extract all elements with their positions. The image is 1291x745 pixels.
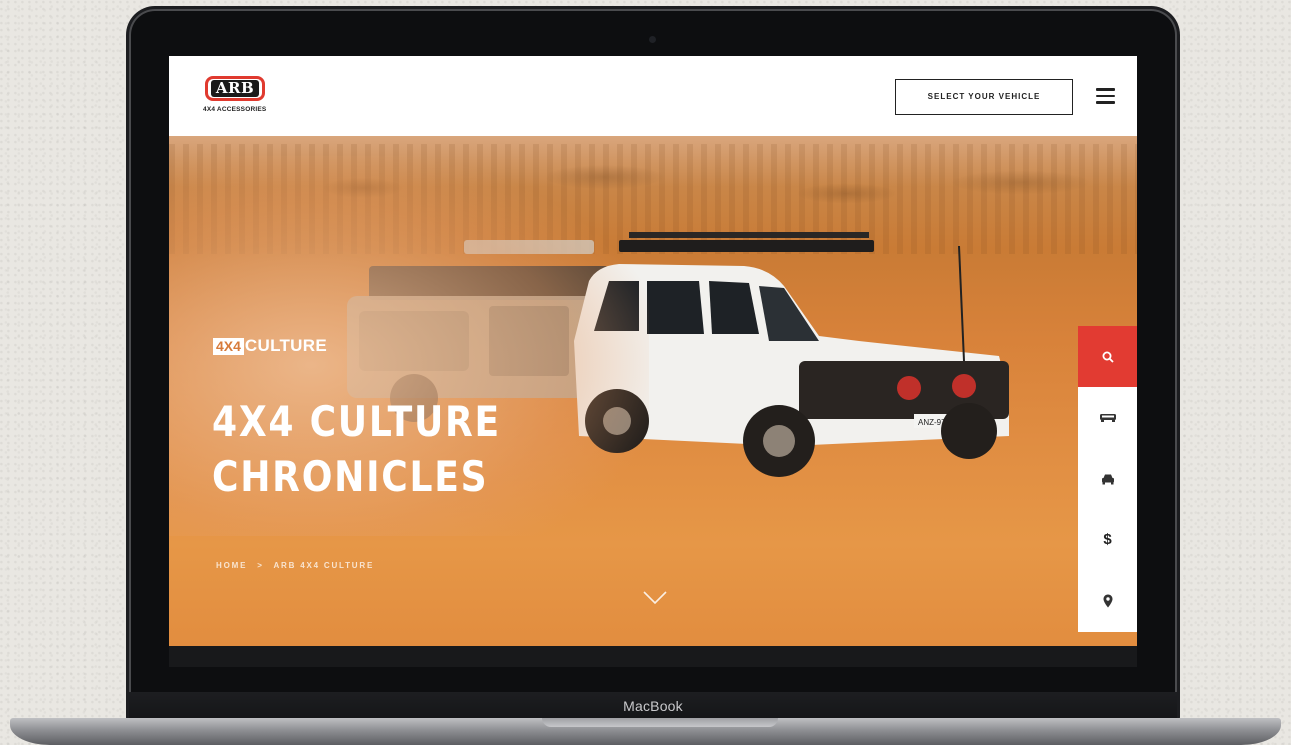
camera <box>649 36 656 43</box>
eyebrow-text: CULTURE <box>244 336 327 355</box>
hamburger-menu-icon[interactable] <box>1096 88 1115 104</box>
laptop-base-notch <box>542 718 778 727</box>
side-toolbar: $ <box>1078 326 1137 632</box>
breadcrumb-current: ARB 4X4 CULTURE <box>273 561 375 570</box>
menu-line <box>1096 94 1115 97</box>
breadcrumb: HOME > ARB 4X4 CULTURE <box>216 561 380 570</box>
select-vehicle-button[interactable]: SELECT YOUR VEHICLE <box>895 79 1073 115</box>
location-pin-icon <box>1103 594 1112 607</box>
breadcrumb-home[interactable]: HOME <box>216 561 247 570</box>
laptop-lid: ARB 4X4 ACCESSORIES SELECT YOUR VEHICLE <box>129 9 1177 721</box>
page-lower-band <box>169 646 1137 667</box>
hero-title: 4X4 CULTURE CHRONICLES <box>212 394 573 504</box>
site-header: ARB 4X4 ACCESSORIES SELECT YOUR VEHICLE <box>169 56 1137 136</box>
eyebrow-box: 4X4 <box>213 337 244 355</box>
pricing-tool-button[interactable]: $ <box>1078 509 1137 570</box>
menu-line <box>1096 88 1115 91</box>
store-locator-button[interactable] <box>1078 570 1137 631</box>
menu-line <box>1096 101 1115 104</box>
car-icon <box>1101 474 1114 484</box>
dollar-icon: $ <box>1103 531 1112 548</box>
vehicle-tool-button[interactable] <box>1078 448 1137 509</box>
accessory-tool-button[interactable] <box>1078 387 1137 448</box>
logo-subtitle: 4X4 ACCESSORIES <box>203 106 267 113</box>
logo-badge: ARB <box>205 76 265 101</box>
hero-title-line2: CHRONICLES <box>212 452 489 501</box>
scroll-down-chevron-icon[interactable] <box>643 591 667 605</box>
culture-eyebrow: 4X4 CULTURE <box>213 336 327 356</box>
laptop-chin: MacBook <box>129 692 1177 721</box>
vehicle-accessory-icon <box>1099 413 1116 422</box>
search-tool-button[interactable] <box>1078 326 1137 387</box>
arb-logo[interactable]: ARB 4X4 ACCESSORIES <box>203 76 273 118</box>
hero-title-line1: 4X4 CULTURE <box>212 397 501 446</box>
hero-banner: ANZ-979 4X4 CULTURE 4X4 CULTURE CHRONICL… <box>169 136 1137 646</box>
search-icon <box>1102 351 1114 363</box>
breadcrumb-separator: > <box>257 561 264 570</box>
laptop-base <box>10 718 1281 745</box>
logo-text: ARB <box>211 80 259 97</box>
device-brand-label: MacBook <box>623 698 683 714</box>
browser-screen: ARB 4X4 ACCESSORIES SELECT YOUR VEHICLE <box>169 56 1137 667</box>
